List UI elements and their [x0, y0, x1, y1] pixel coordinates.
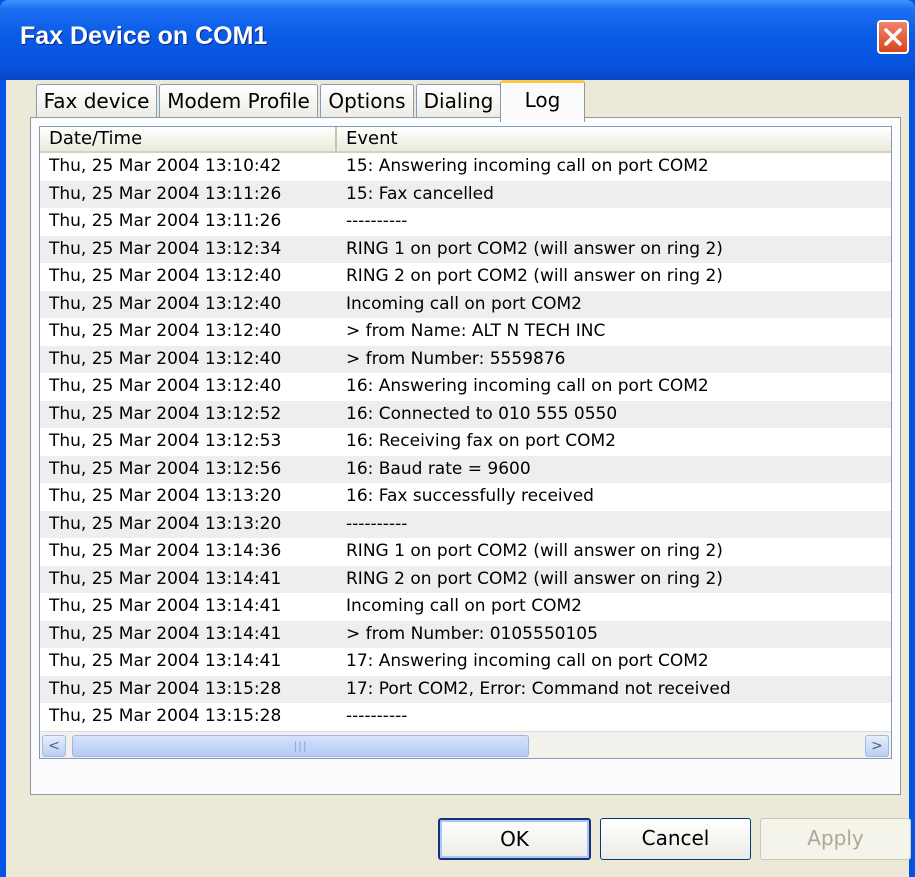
table-row[interactable]: Thu, 25 Mar 2004 13:12:40 > from Name: AL… [40, 318, 891, 346]
horizontal-scrollbar[interactable]: < ||| > [40, 731, 891, 758]
scrollbar-thumb[interactable]: ||| [72, 735, 529, 757]
cell-datetime: Thu, 25 Mar 2004 13:13:20 [49, 486, 282, 506]
grip-icon: ||| [293, 739, 308, 752]
fax-device-dialog: Fax Device on COM1 Fax device Modem Prof… [0, 0, 915, 877]
tab-modem-profile[interactable]: Modem Profile [159, 84, 318, 119]
table-row[interactable]: Thu, 25 Mar 2004 13:12:56 16: Baud rate =… [40, 455, 891, 483]
close-icon [884, 28, 902, 46]
cell-datetime: Thu, 25 Mar 2004 13:12:40 [49, 321, 282, 341]
log-list[interactable]: Date/Time Event Thu, 25 Mar 2004 13:10:4… [39, 126, 892, 759]
table-row[interactable]: Thu, 25 Mar 2004 13:13:20 16: Fax success… [40, 483, 891, 511]
cell-datetime: Thu, 25 Mar 2004 13:12:34 [49, 238, 282, 259]
cell-datetime: Thu, 25 Mar 2004 13:13:20 [49, 513, 282, 534]
table-row[interactable]: Thu, 25 Mar 2004 13:13:20 ---------- [40, 510, 891, 538]
table-row[interactable]: Thu, 25 Mar 2004 13:11:26 ---------- [40, 208, 891, 236]
table-row[interactable]: Thu, 25 Mar 2004 13:12:53 16: Receiving f… [40, 428, 891, 456]
table-row[interactable]: Thu, 25 Mar 2004 13:14:41 RING 2 on port … [40, 565, 891, 593]
table-row[interactable]: Thu, 25 Mar 2004 13:12:52 16: Connected t… [40, 400, 891, 428]
table-row[interactable]: Thu, 25 Mar 2004 13:11:26 15: Fax cancell… [40, 180, 891, 208]
cell-event: RING 2 on port COM2 (will answer on ring… [346, 568, 723, 589]
dialog-body: Fax device Modem Profile Options Dialing… [6, 80, 911, 877]
cell-event: 16: Answering incoming call on port COM2 [346, 376, 709, 396]
table-row[interactable]: Thu, 25 Mar 2004 13:14:41 17: Answering i… [40, 648, 891, 676]
cell-datetime: Thu, 25 Mar 2004 13:12:56 [49, 458, 282, 479]
tab-log[interactable]: Log [500, 80, 585, 122]
cell-event: 17: Answering incoming call on port COM2 [346, 651, 709, 671]
cancel-button[interactable]: Cancel [600, 818, 751, 860]
cell-event: ---------- [346, 706, 408, 726]
table-row[interactable]: Thu, 25 Mar 2004 13:14:41 > from Number: … [40, 620, 891, 648]
cell-event: RING 1 on port COM2 (will answer on ring… [346, 541, 723, 561]
cell-event: ---------- [346, 513, 408, 534]
cell-datetime: Thu, 25 Mar 2004 13:14:41 [49, 623, 282, 644]
cell-event: > from Number: 0105550105 [346, 623, 598, 644]
cell-event: > from Number: 5559876 [346, 348, 566, 369]
arrow-right-icon: > [871, 738, 883, 754]
cell-event: 16: Fax successfully received [346, 486, 594, 506]
tab-options[interactable]: Options [320, 84, 414, 119]
cell-event: RING 1 on port COM2 (will answer on ring… [346, 238, 723, 259]
arrow-left-icon: < [48, 738, 60, 754]
table-row[interactable]: Thu, 25 Mar 2004 13:12:40 Incoming call o… [40, 290, 891, 318]
cell-datetime: Thu, 25 Mar 2004 13:12:40 [49, 293, 282, 314]
cell-datetime: Thu, 25 Mar 2004 13:15:28 [49, 678, 282, 699]
ok-button[interactable]: OK [438, 818, 591, 860]
cell-datetime: Thu, 25 Mar 2004 13:12:40 [49, 266, 282, 286]
log-tab-panel: Date/Time Event Thu, 25 Mar 2004 13:10:4… [30, 117, 901, 795]
cell-datetime: Thu, 25 Mar 2004 13:14:41 [49, 568, 282, 589]
table-row[interactable]: Thu, 25 Mar 2004 13:14:41 Incoming call o… [40, 593, 891, 621]
cell-event: 16: Connected to 010 555 0550 [346, 403, 618, 424]
apply-button: Apply [760, 818, 911, 860]
cell-event: 15: Answering incoming call on port COM2 [346, 156, 709, 176]
cell-event: 16: Baud rate = 9600 [346, 458, 531, 479]
cell-event: > from Name: ALT N TECH INC [346, 321, 606, 341]
table-row[interactable]: Thu, 25 Mar 2004 13:10:42 15: Answering i… [40, 153, 891, 181]
title-bar[interactable]: Fax Device on COM1 [0, 0, 915, 80]
table-row[interactable]: Thu, 25 Mar 2004 13:12:34 RING 1 on port … [40, 235, 891, 263]
tab-dialing[interactable]: Dialing [416, 84, 501, 119]
cell-event: Incoming call on port COM2 [346, 596, 582, 616]
scroll-left-button[interactable]: < [42, 735, 66, 757]
tab-fax-device[interactable]: Fax device [36, 84, 157, 119]
table-row[interactable]: Thu, 25 Mar 2004 13:14:36 RING 1 on port … [40, 538, 891, 566]
table-row[interactable]: Thu, 25 Mar 2004 13:15:28 17: Port COM2, … [40, 675, 891, 703]
cell-datetime: Thu, 25 Mar 2004 13:11:26 [49, 183, 282, 204]
cell-datetime: Thu, 25 Mar 2004 13:14:41 [49, 596, 282, 616]
cell-datetime: Thu, 25 Mar 2004 13:12:53 [49, 431, 282, 451]
window-title: Fax Device on COM1 [20, 22, 268, 50]
cell-datetime: Thu, 25 Mar 2004 13:14:41 [49, 651, 282, 671]
cell-event: 15: Fax cancelled [346, 183, 494, 204]
cell-event: RING 2 on port COM2 (will answer on ring… [346, 266, 723, 286]
column-header-datetime[interactable]: Date/Time [40, 127, 337, 153]
cell-event: ---------- [346, 211, 408, 231]
cell-datetime: Thu, 25 Mar 2004 13:11:26 [49, 211, 282, 231]
list-header: Date/Time Event [40, 127, 891, 153]
table-row[interactable]: Thu, 25 Mar 2004 13:12:40 RING 2 on port … [40, 263, 891, 291]
close-button[interactable] [877, 20, 909, 54]
cell-event: Incoming call on port COM2 [346, 293, 582, 314]
cell-event: 16: Receiving fax on port COM2 [346, 431, 616, 451]
cell-datetime: Thu, 25 Mar 2004 13:14:36 [49, 541, 282, 561]
table-row[interactable]: Thu, 25 Mar 2004 13:15:28 ---------- [40, 703, 891, 729]
cell-datetime: Thu, 25 Mar 2004 13:10:42 [49, 156, 282, 176]
cell-datetime: Thu, 25 Mar 2004 13:15:28 [49, 706, 282, 726]
table-row[interactable]: Thu, 25 Mar 2004 13:12:40 16: Answering i… [40, 373, 891, 401]
cell-event: 17: Port COM2, Error: Command not receiv… [346, 678, 731, 699]
cell-datetime: Thu, 25 Mar 2004 13:12:52 [49, 403, 282, 424]
column-header-event[interactable]: Event [337, 127, 891, 153]
cell-datetime: Thu, 25 Mar 2004 13:12:40 [49, 348, 282, 369]
scroll-right-button[interactable]: > [865, 735, 889, 757]
cell-datetime: Thu, 25 Mar 2004 13:12:40 [49, 376, 282, 396]
log-rows: Thu, 25 Mar 2004 13:10:42 15: Answering i… [40, 153, 891, 729]
table-row[interactable]: Thu, 25 Mar 2004 13:12:40 > from Number: … [40, 345, 891, 373]
